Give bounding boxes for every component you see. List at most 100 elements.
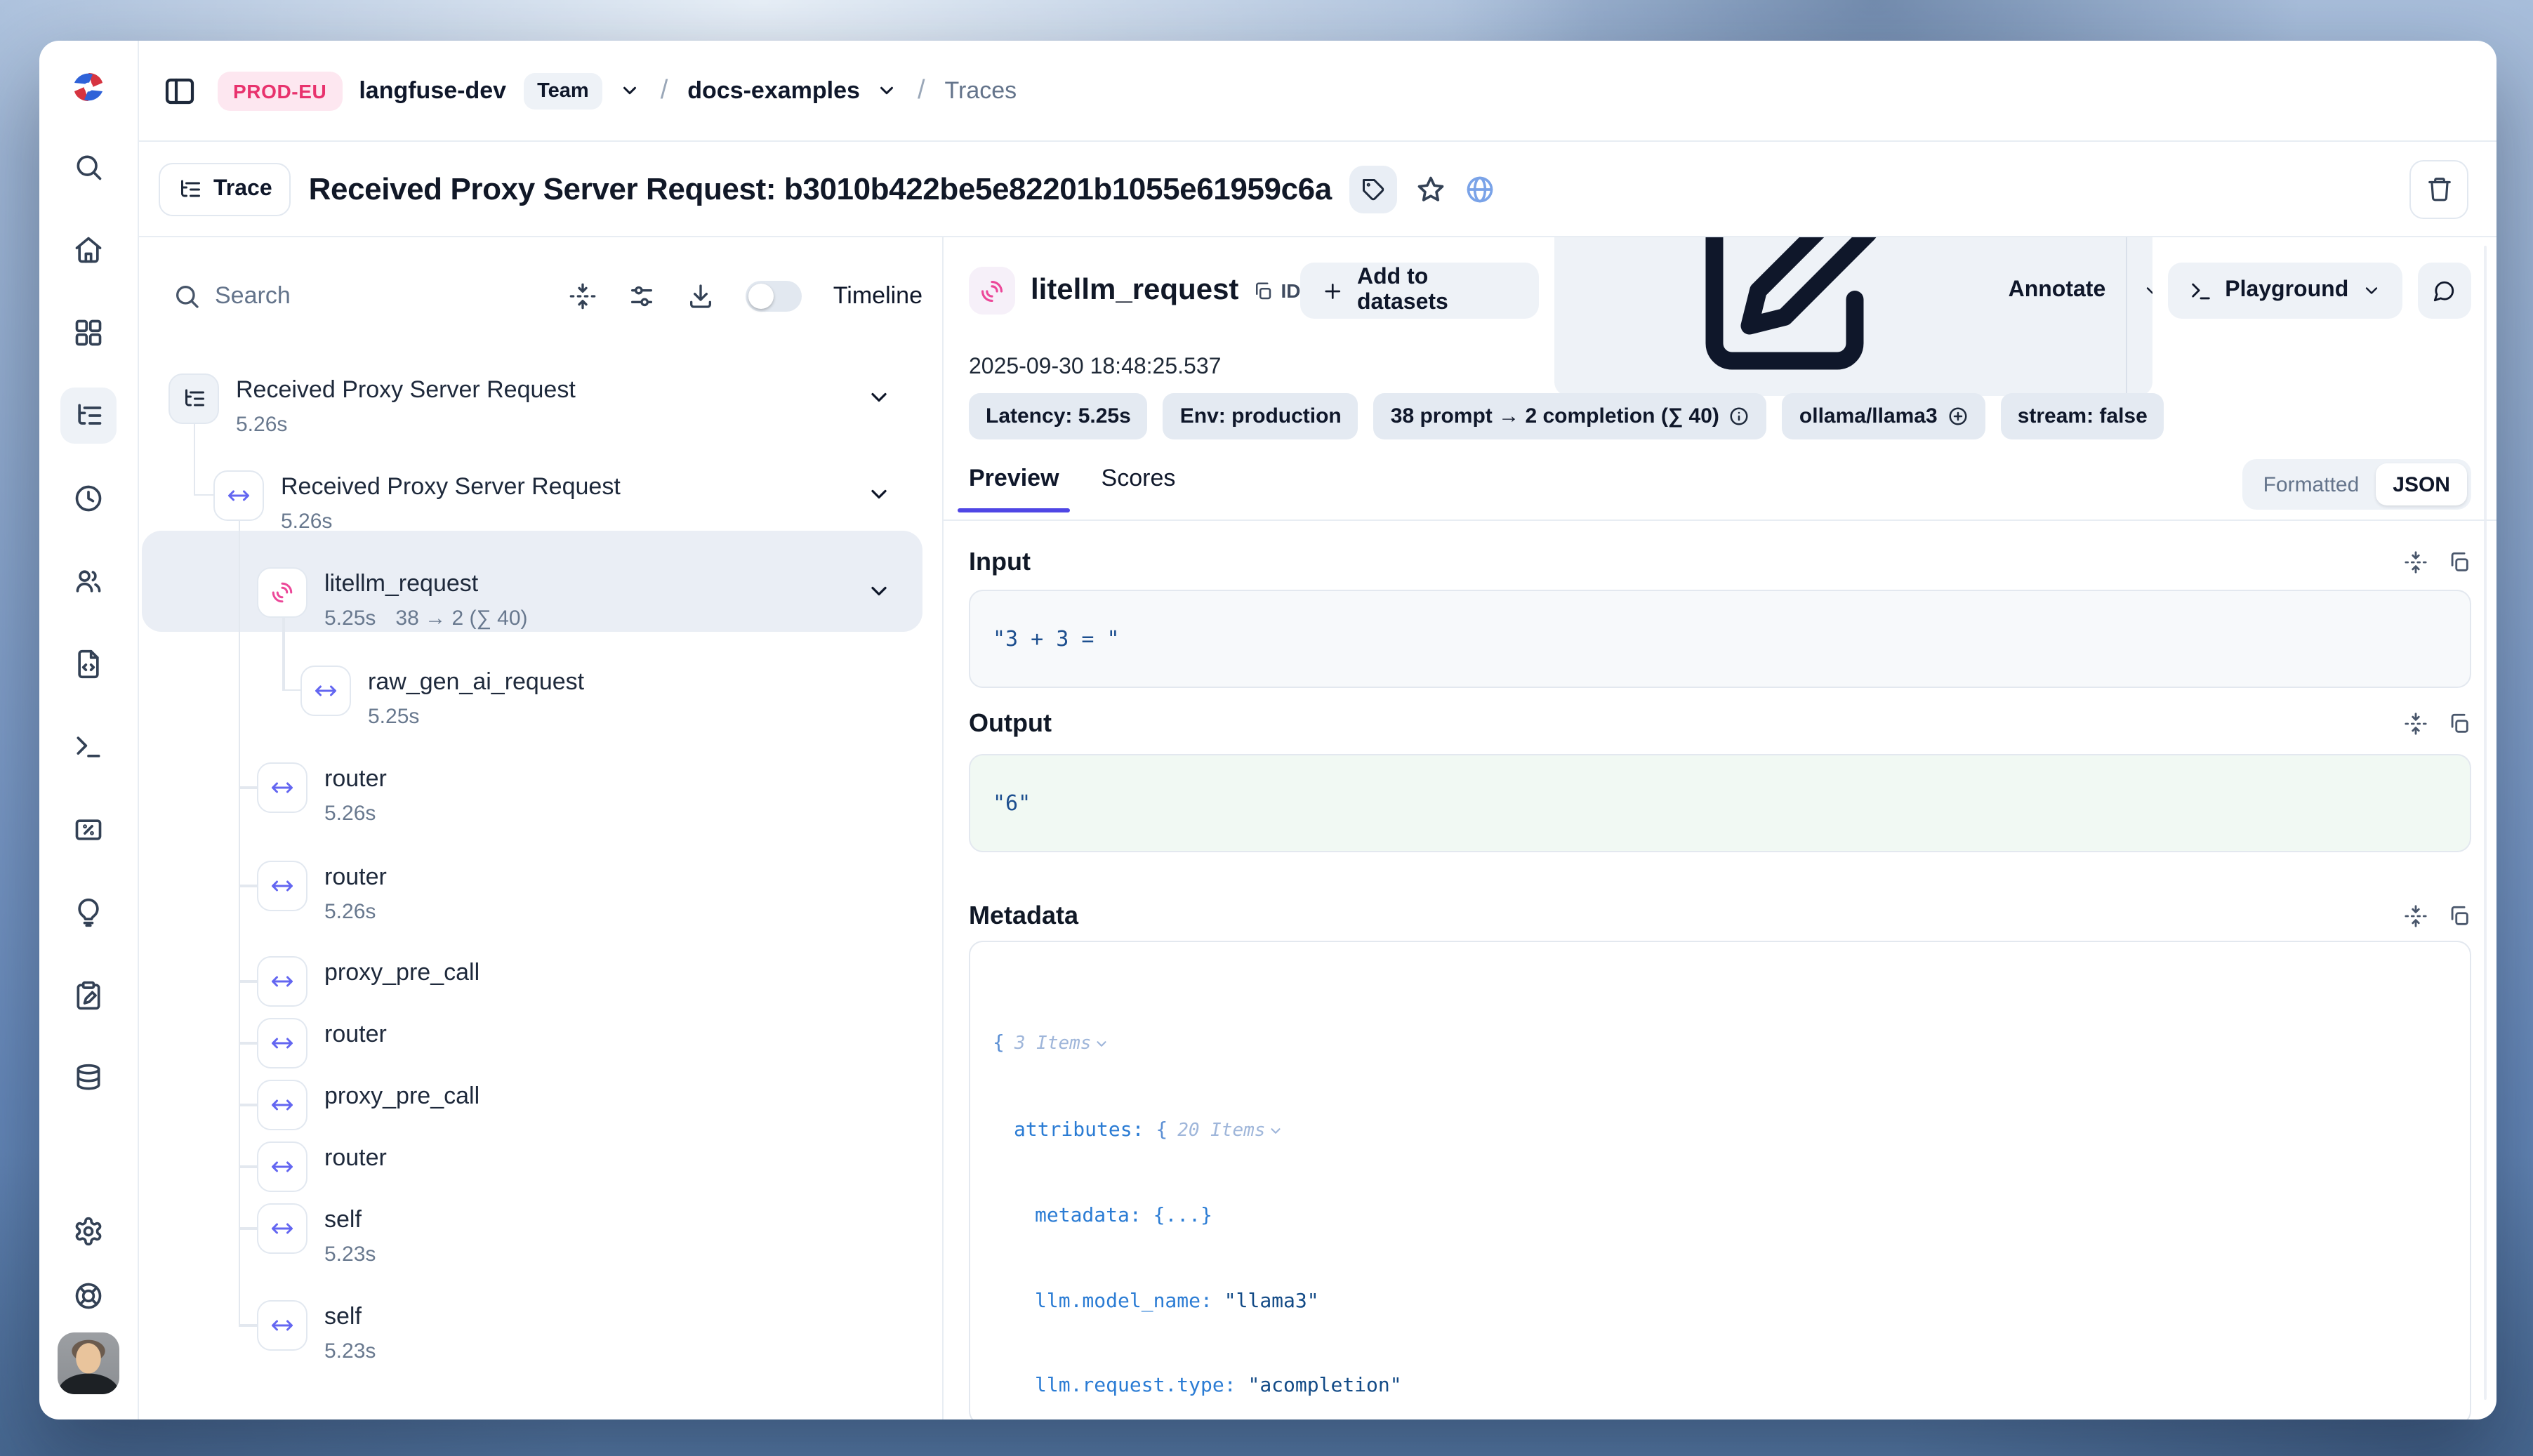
tree-settings-icon[interactable] <box>628 282 656 310</box>
sidebar-toggle-icon[interactable] <box>159 70 201 112</box>
chevron-down-icon <box>2142 281 2152 300</box>
tree-row-span[interactable]: proxy_pre_call <box>257 956 942 1007</box>
span-icon <box>257 1080 307 1130</box>
span-icon <box>257 762 307 813</box>
download-icon[interactable] <box>687 282 715 310</box>
tree-row-span[interactable]: raw_gen_ai_request 5.25s <box>300 666 942 729</box>
tree-row-span[interactable]: proxy_pre_call <box>257 1080 942 1130</box>
tag-button[interactable] <box>1350 165 1398 213</box>
annotate-dropdown-button[interactable] <box>2125 237 2152 396</box>
project-chevron-icon[interactable] <box>877 78 898 103</box>
tree-row-span[interactable]: router <box>257 1018 942 1068</box>
org-chevron-icon[interactable] <box>620 78 641 103</box>
sidebar-item-dashboards[interactable] <box>60 305 117 361</box>
delete-trace-button[interactable] <box>2409 159 2468 218</box>
comments-button[interactable] <box>2417 263 2471 319</box>
org-type-badge: Team <box>523 72 603 109</box>
tree-row-span[interactable]: Received Proxy Server Request 5.26s <box>213 470 942 534</box>
timeline-label: Timeline <box>833 282 922 310</box>
output-value: "6" <box>969 754 2471 852</box>
observation-title: litellm_request <box>1031 274 1238 307</box>
sidebar-item-evaluation[interactable] <box>60 885 117 941</box>
stream-badge: stream: false <box>2001 393 2164 439</box>
star-icon <box>1416 173 1447 204</box>
timestamp: 2025-09-30 18:48:25.537 <box>969 355 1221 380</box>
model-badge[interactable]: ollama/llama3 <box>1783 393 1985 439</box>
copy-icon[interactable] <box>2447 711 2471 735</box>
tree-row-span[interactable]: self 5.23s <box>257 1203 942 1266</box>
annotate-button[interactable]: Annotate <box>1555 237 2126 396</box>
copy-id-button[interactable]: ID <box>1252 279 1300 302</box>
chevron-down-icon <box>1268 1123 1283 1138</box>
app-window: PROD-EU langfuse-dev Team / docs-example… <box>39 41 2496 1419</box>
trace-title-bar: Trace Received Proxy Server Request: b30… <box>139 142 2496 237</box>
desktop-wallpaper: PROD-EU langfuse-dev Team / docs-example… <box>0 0 2533 1456</box>
playground-button[interactable]: Playground <box>2167 263 2402 319</box>
add-to-datasets-button[interactable]: Add to datasets <box>1300 263 1539 319</box>
sidebar-item-scores[interactable] <box>60 802 117 858</box>
public-share-button[interactable] <box>1465 173 1496 204</box>
sidebar-item-search[interactable] <box>60 139 117 195</box>
bookmark-star-button[interactable] <box>1416 173 1447 204</box>
sidebar-item-sessions[interactable] <box>60 470 117 527</box>
environment-badge[interactable]: PROD-EU <box>218 71 342 110</box>
json-line[interactable]: metadata: {...} <box>993 1199 2447 1233</box>
copy-icon[interactable] <box>2447 550 2471 574</box>
scrollbar[interactable] <box>2484 246 2487 1400</box>
tab-preview[interactable]: Preview <box>969 465 1059 512</box>
sidebar-item-support[interactable] <box>60 1268 117 1324</box>
collapse-icon[interactable] <box>2404 711 2428 735</box>
plus-icon <box>1321 279 1344 303</box>
sidebar-item-home[interactable] <box>60 222 117 278</box>
chevron-down-icon <box>1094 1036 1109 1052</box>
copy-icon[interactable] <box>2447 904 2471 927</box>
input-value: "3 + 3 = " <box>969 590 2471 688</box>
search-placeholder: Search <box>215 282 291 310</box>
sidebar-item-playground[interactable] <box>60 719 117 775</box>
timeline-toggle[interactable] <box>746 281 802 312</box>
trash-icon <box>2426 176 2452 202</box>
breadcrumb: PROD-EU langfuse-dev Team / docs-example… <box>139 41 2496 142</box>
input-section-title: Input <box>969 547 1031 576</box>
chevron-down-icon <box>2361 281 2381 300</box>
collapse-icon[interactable] <box>2404 550 2428 574</box>
span-icon <box>300 666 351 716</box>
chevron-down-icon[interactable] <box>866 578 892 604</box>
collapse-icon[interactable] <box>2404 904 2428 927</box>
info-icon[interactable] <box>1729 406 1750 427</box>
json-line: llm.request.type: "acompletion" <box>993 1369 2447 1403</box>
sidebar-item-prompts[interactable] <box>60 636 117 692</box>
json-line[interactable]: attributes: {20 Items <box>993 1113 2447 1149</box>
trace-icon <box>168 373 219 424</box>
json-line[interactable]: {3 Items <box>993 1026 2447 1062</box>
copy-icon <box>1252 280 1274 301</box>
section-name[interactable]: Traces <box>945 77 1017 105</box>
tree-row-span[interactable]: router <box>257 1141 942 1192</box>
plus-circle-icon[interactable] <box>1947 406 1969 427</box>
sidebar-rail <box>39 41 139 1419</box>
tree-row-span[interactable]: router 5.26s <box>257 762 942 826</box>
json-line: llm.model_name: "llama3" <box>993 1284 2447 1318</box>
tree-row-generation-selected[interactable]: litellm_request 5.25s38 → 2 (∑ 40) <box>257 567 942 630</box>
avatar[interactable] <box>58 1332 119 1394</box>
tree-row-root[interactable]: Received Proxy Server Request 5.26s <box>168 373 942 437</box>
tree-row-span[interactable]: self 5.23s <box>257 1300 942 1363</box>
tag-icon <box>1361 176 1387 201</box>
sidebar-item-annotation[interactable] <box>60 967 117 1024</box>
org-name[interactable]: langfuse-dev <box>359 77 506 105</box>
span-icon <box>213 470 264 521</box>
collapse-all-icon[interactable] <box>569 282 597 310</box>
tree-row-span[interactable]: router 5.26s <box>257 861 942 924</box>
sidebar-item-traces[interactable] <box>60 388 117 444</box>
format-option-json[interactable]: JSON <box>2376 463 2467 505</box>
format-option-formatted[interactable]: Formatted <box>2247 472 2376 496</box>
chevron-down-icon[interactable] <box>866 482 892 507</box>
span-icon <box>257 1018 307 1068</box>
project-name[interactable]: docs-examples <box>687 77 860 105</box>
tree-search-input[interactable]: Search <box>173 282 291 310</box>
sidebar-item-settings[interactable] <box>60 1203 117 1259</box>
sidebar-item-users[interactable] <box>60 553 117 609</box>
tab-scores[interactable]: Scores <box>1102 465 1176 512</box>
chevron-down-icon[interactable] <box>866 385 892 410</box>
sidebar-item-datasets[interactable] <box>60 1050 117 1106</box>
